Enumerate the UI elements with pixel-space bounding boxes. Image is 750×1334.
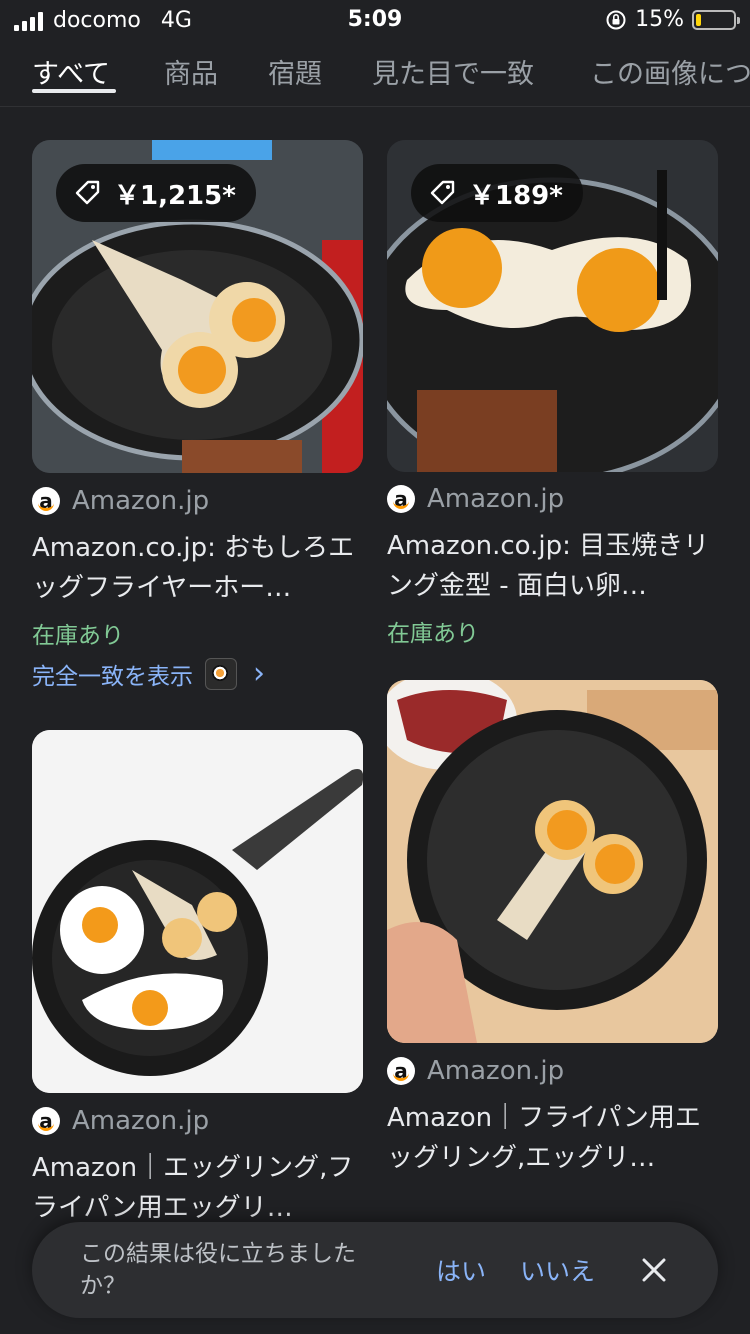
- search-tabs: すべて 商品 宿題 見た目で一致 この画像につ: [0, 48, 750, 107]
- price-label: ￥1,215*: [114, 180, 236, 211]
- orientation-lock-icon: [606, 10, 626, 29]
- result-image[interactable]: [387, 680, 718, 1043]
- result-source[interactable]: a Amazon.jp: [32, 1106, 209, 1136]
- result-source[interactable]: a Amazon.jp: [32, 486, 209, 516]
- battery-percent: 15%: [635, 7, 684, 32]
- exact-match-thumbnail: [205, 657, 237, 690]
- result-image[interactable]: ￥1,215*: [32, 140, 363, 473]
- price-tag-icon: [430, 180, 455, 205]
- source-label: Amazon.jp: [427, 1056, 565, 1086]
- result-image[interactable]: ￥189*: [387, 140, 718, 472]
- feedback-question: この結果は役に立ちましたか？: [80, 1241, 356, 1299]
- status-bar: docomo 4G 5:09 15%: [0, 0, 750, 44]
- egg-pan-photo: [32, 730, 363, 1093]
- result-title[interactable]: Amazon｜エッグリング,フライパン用エッグリ…: [32, 1148, 362, 1228]
- stock-status: 在庫あり: [387, 621, 479, 647]
- status-right: 15%: [605, 7, 740, 32]
- egg-pan-photo: [387, 680, 718, 1043]
- active-tab-indicator: [32, 89, 116, 93]
- price-badge: ￥189*: [411, 164, 583, 222]
- amazon-icon: a: [32, 487, 60, 515]
- result-source[interactable]: a Amazon.jp: [387, 1056, 564, 1086]
- amazon-icon: a: [32, 1107, 60, 1135]
- tab-visual-matches[interactable]: 見た目で一致: [372, 52, 534, 91]
- price-badge: ￥1,215*: [56, 164, 256, 222]
- source-label: Amazon.jp: [72, 1106, 210, 1136]
- battery-icon: [692, 9, 740, 30]
- result-title[interactable]: Amazon.co.jp: おもしろエッグフライヤーホー…: [32, 528, 362, 608]
- result-title[interactable]: Amazon｜フライパン用エッグリング,エッグリ…: [387, 1098, 717, 1178]
- tab-products[interactable]: 商品: [164, 52, 218, 91]
- amazon-icon: a: [387, 485, 415, 513]
- feedback-yes-button[interactable]: はい: [436, 1252, 486, 1288]
- feedback-no-button[interactable]: いいえ: [520, 1252, 595, 1288]
- chevron-right-icon: ›: [253, 656, 265, 691]
- source-label: Amazon.jp: [72, 486, 210, 516]
- tab-all[interactable]: すべて: [32, 52, 110, 91]
- result-source[interactable]: a Amazon.jp: [387, 484, 564, 514]
- tab-about-this-image[interactable]: この画像につ: [590, 52, 750, 91]
- stock-status: 在庫あり: [32, 623, 124, 649]
- result-title[interactable]: Amazon.co.jp: 目玉焼きリング金型 - 面白い卵…: [387, 526, 717, 606]
- price-label: ￥189*: [469, 180, 563, 211]
- feedback-bar: この結果は役に立ちましたか？ はい いいえ: [32, 1222, 718, 1318]
- tab-homework[interactable]: 宿題: [268, 52, 322, 91]
- price-tag-icon: [75, 180, 100, 205]
- amazon-icon: a: [387, 1057, 415, 1085]
- close-icon[interactable]: [636, 1252, 672, 1288]
- result-image[interactable]: [32, 730, 363, 1093]
- source-label: Amazon.jp: [427, 484, 565, 514]
- exact-match-link[interactable]: 完全一致を表示 ›: [32, 656, 265, 691]
- exact-match-label: 完全一致を表示: [32, 663, 193, 690]
